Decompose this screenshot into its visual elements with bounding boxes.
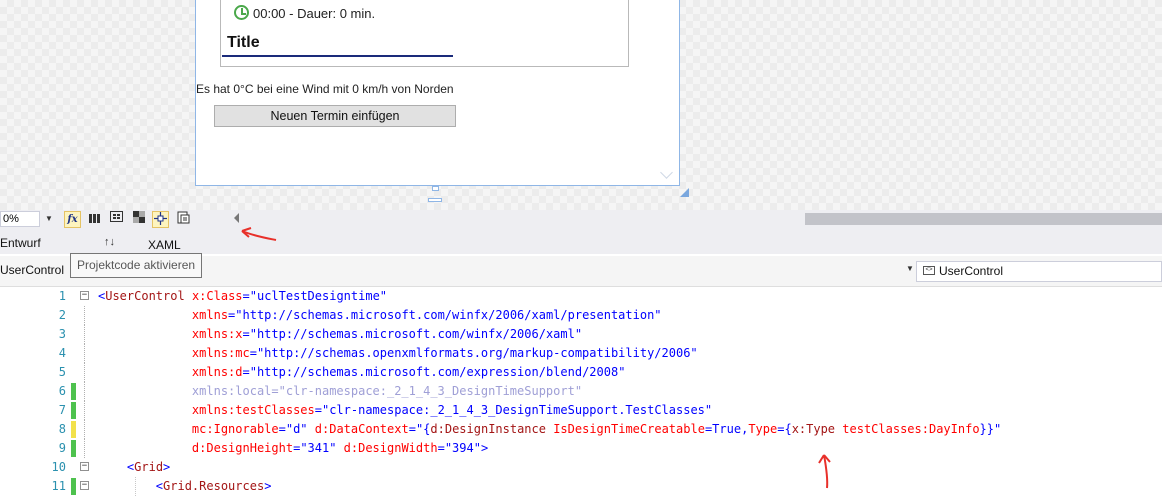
outline-guide <box>84 382 86 401</box>
code-line[interactable]: 5 xmlns:d="http://schemas.microsoft.com/… <box>0 363 1162 382</box>
outline-guide <box>84 306 86 325</box>
artboard-icon[interactable] <box>130 211 147 228</box>
line-number: 5 <box>58 365 66 379</box>
design-tab-label: Entwurf <box>0 236 41 250</box>
line-number: 4 <box>58 346 66 360</box>
code-line[interactable]: 10 − <Grid> <box>0 458 1162 477</box>
resize-handle-bottom-icon[interactable] <box>428 198 442 202</box>
element-selector-label: UserControl <box>939 264 1004 278</box>
code-text: xmlns:d="http://schemas.microsoft.com/ex… <box>191 365 626 379</box>
horizontal-scrollbar[interactable] <box>805 213 1162 225</box>
collapse-icon[interactable]: − <box>80 291 89 300</box>
appointment-time: 00:00 - Dauer: 0 min. <box>253 6 376 21</box>
line-number: 7 <box>58 403 66 417</box>
code-line[interactable]: 2 xmlns="http://schemas.microsoft.com/wi… <box>0 306 1162 325</box>
grid-icon[interactable] <box>86 211 103 228</box>
title-underline <box>222 55 453 57</box>
code-text: xmlns:testClasses="clr-namespace:_2_1_4_… <box>191 403 713 417</box>
weather-text: Es hat 0°C bei eine Wind mit 0 km/h von … <box>196 82 454 96</box>
swap-panes-icon[interactable]: ↑↓ <box>104 236 115 248</box>
change-marker <box>71 402 76 419</box>
line-number: 3 <box>58 327 66 341</box>
code-line[interactable]: 9 d:DesignHeight="341" d:DesignWidth="39… <box>0 439 1162 458</box>
resize-handle-top-icon[interactable] <box>432 186 439 191</box>
line-number: 6 <box>58 384 66 398</box>
xaml-tab-label: XAML <box>148 238 181 252</box>
dropdown-arrow-icon[interactable]: ▼ <box>45 212 57 226</box>
code-line[interactable]: 11 − <Grid.Resources> <box>0 477 1162 496</box>
change-marker <box>71 421 76 438</box>
code-line[interactable]: 3 xmlns:x="http://schemas.microsoft.com/… <box>0 325 1162 344</box>
element-selector-right[interactable]: <> UserControl <box>916 261 1162 282</box>
appointment-title: Title <box>227 34 260 51</box>
line-number: 8 <box>58 422 66 436</box>
code-line[interactable]: 4 xmlns:mc="http://schemas.openxmlformat… <box>0 344 1162 363</box>
zoom-combobox[interactable]: 0% <box>0 211 40 227</box>
snap-grid-icon[interactable] <box>108 211 125 228</box>
line-number: 9 <box>58 441 66 455</box>
line-number: 2 <box>58 308 66 322</box>
annotation-arrow-icon <box>241 227 277 241</box>
code-text: xmlns="http://schemas.microsoft.com/winf… <box>191 308 662 322</box>
add-appointment-button[interactable]: Neuen Termin einfügen <box>214 105 456 127</box>
change-marker <box>71 440 76 457</box>
element-icon: <> <box>923 266 935 275</box>
outline-guide <box>84 363 86 382</box>
outline-guide <box>84 344 86 363</box>
outline-guide <box>84 401 86 420</box>
code-text: xmlns:local="clr-namespace:_2_1_4_3_Desi… <box>191 384 583 398</box>
fx-icon[interactable]: fx <box>64 211 81 228</box>
code-line[interactable]: 7 xmlns:testClasses="clr-namespace:_2_1_… <box>0 401 1162 420</box>
line-number: 1 <box>58 289 66 303</box>
project-code-icon[interactable] <box>175 211 192 228</box>
line-number: 10 <box>51 460 66 474</box>
dropdown-arrow-icon[interactable]: ▼ <box>906 264 914 273</box>
tooltip: Projektcode aktivieren <box>70 253 203 278</box>
line-number: 11 <box>51 479 66 493</box>
code-text: mc:Ignorable="d" d:DataContext="{d:Desig… <box>191 422 1002 436</box>
collapse-icon[interactable]: − <box>80 462 89 471</box>
change-marker <box>71 383 76 400</box>
resize-grip-icon[interactable] <box>680 188 689 197</box>
scroll-left-icon[interactable] <box>234 213 239 223</box>
code-text: xmlns:mc="http://schemas.openxmlformats.… <box>191 346 698 360</box>
outline-guide <box>84 439 86 458</box>
code-line[interactable]: 1 − <UserControl x:Class="uclTestDesigntim… <box>0 287 1162 306</box>
collapse-icon[interactable]: − <box>80 481 89 490</box>
code-text: <Grid.Resources> <box>155 479 272 493</box>
code-text: <Grid> <box>126 460 171 474</box>
code-line[interactable]: 8 mc:Ignorable="d" d:DataContext="{d:Des… <box>0 420 1162 439</box>
clock-icon <box>234 5 249 20</box>
tab-xaml[interactable]: XAML <box>148 238 181 252</box>
code-text: <UserControl x:Class="uclTestDesigntime" <box>98 289 388 303</box>
outline-guide <box>84 325 86 344</box>
code-text: d:DesignHeight="341" d:DesignWidth="394"… <box>191 441 489 455</box>
outline-guide <box>84 420 86 439</box>
element-selector-left[interactable]: UserControl <box>0 263 70 281</box>
code-text: xmlns:x="http://schemas.microsoft.com/wi… <box>191 327 583 341</box>
tab-design[interactable]: Entwurf <box>0 236 41 250</box>
snap-lines-icon[interactable] <box>152 211 169 228</box>
xaml-code-editor[interactable]: 1− <UserControl x:Class="uclTestDesigntim… <box>0 287 1162 499</box>
change-marker <box>71 478 76 495</box>
annotation-arrow-icon <box>818 454 831 489</box>
code-line[interactable]: 6 xmlns:local="clr-namespace:_2_1_4_3_De… <box>0 382 1162 401</box>
